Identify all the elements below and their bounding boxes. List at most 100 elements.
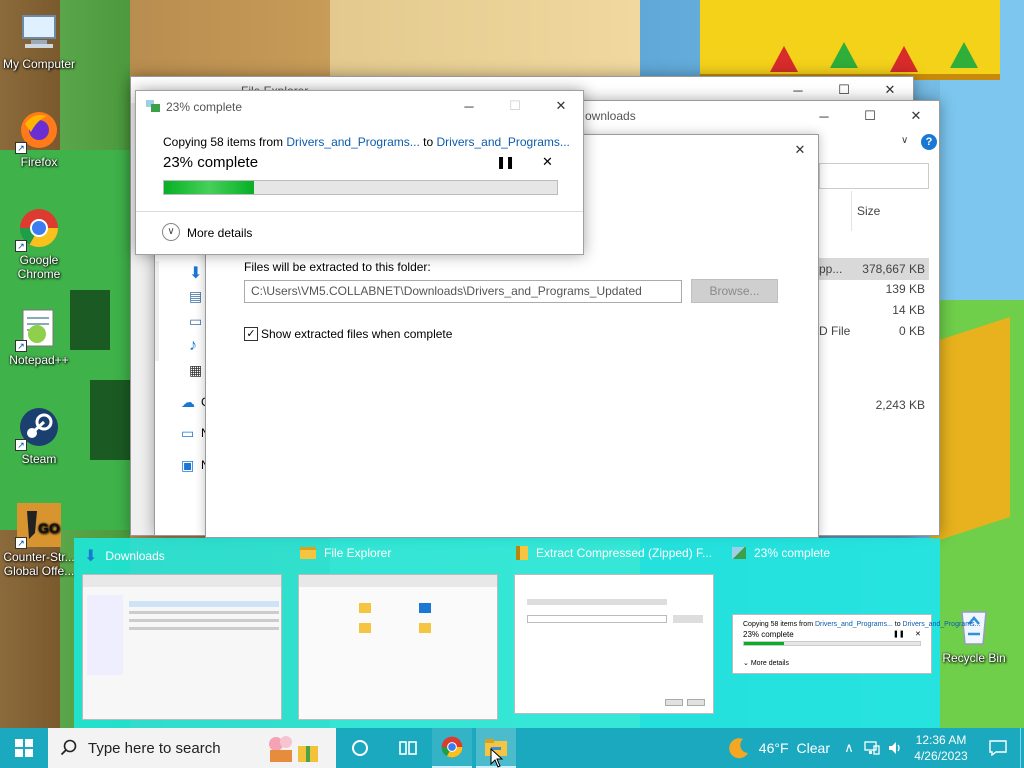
browse-button[interactable]: Browse... <box>691 279 778 303</box>
task-view-button[interactable] <box>384 728 432 768</box>
desktop-icon-label: Steam <box>21 452 57 466</box>
network-icon[interactable] <box>860 728 884 768</box>
cancel-icon[interactable]: ✕ <box>542 154 553 170</box>
show-files-label[interactable]: Show extracted files when complete <box>261 327 452 341</box>
preview-file-explorer[interactable]: File Explorer <box>290 538 506 728</box>
shortcut-arrow-icon: ↗ <box>15 340 27 352</box>
volume-icon[interactable] <box>884 728 906 768</box>
preview-button <box>665 699 683 706</box>
preview-label: 23% complete <box>754 546 831 560</box>
csgo-icon: GO ↗ <box>15 503 61 549</box>
desktop-icon-notepad[interactable]: ↗ Notepad++ <box>1 306 77 367</box>
preview-label: Extract Compressed (Zipped) F... <box>536 546 713 560</box>
music-nav-icon[interactable]: ♪ <box>189 337 197 355</box>
preview-copy-line: Copying 58 items from Drivers_and_Progra… <box>743 621 980 628</box>
destination-path-input[interactable]: C:\Users\VM5.COLLABNET\Downloads\Drivers… <box>244 280 682 303</box>
desktop-icon-recycle-bin[interactable]: Recycle Bin <box>936 604 1012 665</box>
expand-details-icon[interactable]: ∨ <box>162 223 180 241</box>
search-box[interactable]: Type here to search <box>48 728 336 768</box>
column-header-size[interactable]: Size <box>857 204 880 218</box>
videos-nav-icon[interactable]: ▦ <box>189 362 202 379</box>
file-size: 2,243 KB <box>875 398 925 412</box>
progress-status: 23% complete <box>163 154 259 171</box>
computer-icon <box>17 10 61 54</box>
chevron-down-icon[interactable]: ∨ <box>901 135 908 146</box>
desktop-icon-my-computer[interactable]: My Computer <box>1 10 77 71</box>
copy-progress-dialog[interactable]: 23% complete ─ ☐ ✕ Copying 58 items from… <box>135 90 584 255</box>
clock-date: 4/26/2023 <box>914 749 968 763</box>
preview-input <box>527 615 667 623</box>
preview-title: ⬇ Downloads <box>84 546 165 566</box>
title-bar[interactable]: 23% complete ─ ☐ ✕ <box>136 91 583 121</box>
chrome-icon <box>441 736 463 758</box>
weather-desc: Clear <box>796 740 830 756</box>
taskbar-file-explorer[interactable] <box>476 728 516 768</box>
wallpaper-gem <box>950 42 978 68</box>
minimize-button[interactable]: ─ <box>801 101 847 131</box>
desktop-icon-label: Firefox <box>20 155 58 169</box>
minimize-button[interactable]: ─ <box>446 91 492 121</box>
progress-bar-fill <box>164 181 255 194</box>
preview-image <box>514 574 714 714</box>
windows-logo-icon <box>15 739 33 757</box>
desktop-icon-steam[interactable]: ↗ Steam <box>1 405 77 466</box>
wallpaper-crown <box>700 0 1000 80</box>
start-button[interactable] <box>0 728 48 768</box>
close-button[interactable]: ✕ <box>893 101 939 131</box>
clock[interactable]: 12:36 AM 4/26/2023 <box>906 732 976 764</box>
file-size: 14 KB <box>892 303 925 317</box>
help-icon[interactable]: ? <box>921 134 937 150</box>
preview-progress-bar <box>743 641 921 646</box>
shortcut-arrow-icon: ↗ <box>15 240 27 252</box>
notifications-button[interactable] <box>976 728 1020 768</box>
show-files-checkbox[interactable]: ✓ <box>244 327 258 341</box>
network-icon[interactable]: ▣ <box>181 457 194 474</box>
destination-label: Files will be extracted to this folder: <box>244 260 431 274</box>
preview-label: Downloads <box>105 549 165 563</box>
destination-folder-link[interactable]: Drivers_and_Programs... <box>436 135 569 149</box>
this-pc-icon[interactable]: ▭ <box>181 425 194 442</box>
more-details-label[interactable]: More details <box>187 226 252 240</box>
preview-button <box>687 699 705 706</box>
close-button[interactable]: ✕ <box>538 91 584 121</box>
wallpaper-gem <box>890 46 918 72</box>
notification-icon <box>989 740 1007 756</box>
desktop-icon-chrome[interactable]: ↗ Google Chrome <box>1 206 77 281</box>
maximize-button[interactable]: ☐ <box>847 101 893 131</box>
task-view-icon <box>399 741 417 755</box>
preview-folder <box>419 603 431 613</box>
pictures-nav-icon[interactable]: ▭ <box>189 313 202 330</box>
desktop-icon-firefox[interactable]: ↗ Firefox <box>1 108 77 169</box>
mouse-cursor-icon <box>490 748 504 768</box>
downloads-nav-icon[interactable]: ⬇ <box>189 263 202 283</box>
desktop-icon-csgo[interactable]: GO ↗ Counter-Str... Global Offe... <box>1 503 77 578</box>
cortana-button[interactable] <box>336 728 384 768</box>
search-input[interactable] <box>819 163 929 189</box>
preview-copy-source: Drivers_and_Programs... <box>814 621 893 628</box>
close-button[interactable]: ✕ <box>780 135 820 165</box>
downloads-folder-icon: ⬇ <box>84 548 98 565</box>
maximize-button: ☐ <box>509 98 521 113</box>
preview-copy-progress[interactable]: 23% complete Copying 58 items from Drive… <box>722 538 980 728</box>
cancel-icon: ✕ <box>915 631 921 638</box>
chevron-up-icon[interactable]: ∧ <box>838 728 860 768</box>
documents-nav-icon[interactable]: ▤ <box>189 288 202 305</box>
file-explorer-icon <box>300 547 316 559</box>
file-size: 378,667 KB <box>862 262 925 276</box>
search-highlight-icon <box>262 732 326 764</box>
preview-extract[interactable]: Extract Compressed (Zipped) F... <box>506 538 722 728</box>
taskbar-chrome[interactable] <box>432 728 472 768</box>
wallpaper-creeper-face <box>90 380 130 460</box>
search-placeholder: Type here to search <box>88 739 221 757</box>
weather-widget[interactable]: 46°F Clear <box>727 728 838 768</box>
svg-text:GO: GO <box>38 520 60 536</box>
source-folder-link[interactable]: Drivers_and_Programs... <box>286 135 419 149</box>
show-desktop-button[interactable] <box>1020 728 1024 768</box>
preview-row <box>129 627 279 630</box>
pause-icon[interactable]: ❚❚ <box>496 155 515 169</box>
preview-downloads[interactable]: ⬇ Downloads <box>74 538 290 728</box>
preview-titlebar <box>83 575 281 587</box>
onedrive-icon[interactable]: ☁ <box>181 394 195 411</box>
preview-label: File Explorer <box>324 546 392 560</box>
copy-description: Copying 58 items from Drivers_and_Progra… <box>163 135 570 149</box>
